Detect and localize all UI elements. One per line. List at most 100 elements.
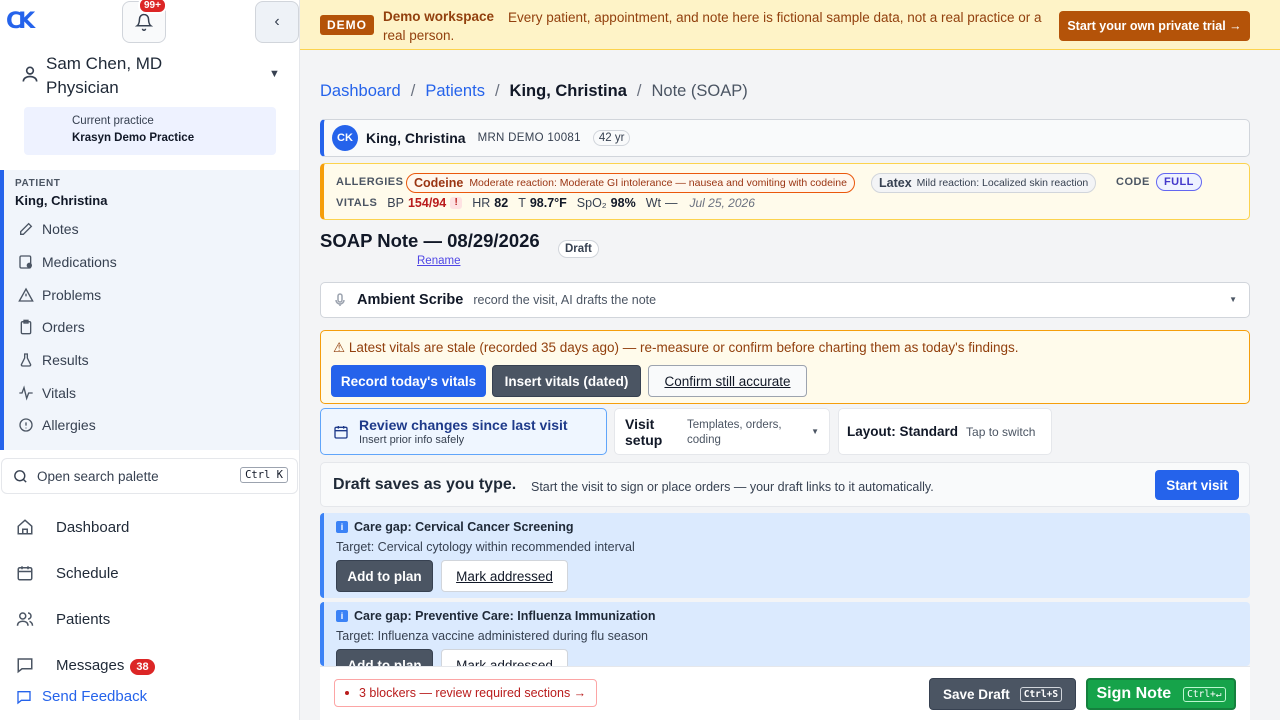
- stale-vitals-alert: ⚠ Latest vitals are stale (recorded 35 d…: [320, 330, 1250, 404]
- send-feedback-link[interactable]: Send Feedback: [16, 688, 147, 705]
- vitals-label: VITALS: [336, 197, 378, 209]
- banner-text: Every patient, appointment, and note her…: [383, 10, 1042, 43]
- patient-mrn: MRN DEMO 10081: [477, 132, 581, 144]
- breadcrumb-patients[interactable]: Patients: [425, 82, 485, 101]
- start-visit-button[interactable]: Start visit: [1155, 470, 1239, 500]
- warning-icon: [18, 287, 34, 302]
- add-to-plan-button[interactable]: Add to plan: [336, 649, 433, 666]
- breadcrumb-dashboard[interactable]: Dashboard: [320, 82, 401, 101]
- care-gap-card: i Care gap: Preventive Care: Influenza Im…: [320, 602, 1250, 666]
- feedback-icon: [17, 690, 31, 704]
- allergies-label: ALLERGIES: [336, 176, 404, 188]
- sidebar-item-allergies[interactable]: Allergies: [18, 414, 96, 436]
- user-menu[interactable]: Sam Chen, MD Physician ▼: [18, 50, 288, 100]
- note-footer: 3 blockers — review required sections → …: [320, 666, 1250, 720]
- info-icon: i: [336, 521, 348, 533]
- save-shortcut: Ctrl+S: [1019, 686, 1063, 702]
- avatar: CK: [332, 125, 358, 151]
- care-gap-target: Target: Cervical cytology within recomme…: [336, 540, 635, 554]
- patient-panel: PATIENT King, Christina Notes Medication…: [0, 170, 299, 450]
- record-vitals-button[interactable]: Record today's vitals: [331, 365, 486, 397]
- allergy-pill-codeine[interactable]: Codeine Moderate reaction: Moderate GI i…: [406, 173, 855, 193]
- start-trial-button[interactable]: Start your own private trial →: [1059, 11, 1250, 41]
- draft-banner-subtitle: Start the visit to sign or place orders …: [531, 480, 934, 494]
- chevron-down-icon: ▼: [811, 427, 819, 436]
- info-icon: i: [336, 610, 348, 622]
- save-draft-button[interactable]: Save Draft Ctrl+S: [929, 678, 1076, 710]
- review-changes-button[interactable]: Review changes since last visit Insert p…: [320, 408, 607, 455]
- bell-icon: [135, 13, 153, 31]
- caret-down-icon: ▼: [269, 68, 280, 80]
- add-to-plan-button[interactable]: Add to plan: [336, 560, 433, 592]
- breadcrumb-note: Note (SOAP): [651, 82, 748, 100]
- nav-schedule[interactable]: Schedule: [16, 560, 119, 586]
- blockers-button[interactable]: 3 blockers — review required sections →: [334, 679, 598, 707]
- user-name: Sam Chen, MD: [46, 54, 163, 73]
- care-gap-title: Care gap: Cervical Cancer Screening: [354, 520, 574, 534]
- search-palette-button[interactable]: Open search palette Ctrl K: [1, 458, 298, 494]
- vital-bp: 154/94: [407, 196, 447, 210]
- care-gap-card: i Care gap: Cervical Cancer Screening Tar…: [320, 513, 1250, 598]
- scribe-subtitle: record the visit, AI drafts the note: [473, 293, 657, 307]
- layout-subtitle: Tap to switch: [966, 424, 1036, 439]
- visit-setup-subtitle: Templates, orders, coding: [687, 419, 782, 446]
- sign-note-button[interactable]: Sign Note Ctrl+↵: [1086, 678, 1236, 710]
- patient-panel-label: PATIENT: [15, 178, 61, 189]
- users-icon: [16, 612, 34, 626]
- notification-badge: 99+: [138, 0, 167, 14]
- review-title: Review changes since last visit: [359, 417, 568, 433]
- nav-messages[interactable]: Messages 38: [16, 652, 155, 678]
- user-icon: [22, 66, 38, 82]
- draft-banner-title: Draft saves as you type.: [333, 476, 517, 493]
- calendar-icon: [17, 566, 33, 581]
- mark-addressed-button[interactable]: Mark addressed: [441, 649, 568, 666]
- vitals-date: Jul 25, 2026: [689, 196, 755, 210]
- allergy-pill-latex[interactable]: Latex Mild reaction: Localized skin reac…: [871, 173, 1097, 193]
- demo-banner: DEMO Demo workspace Every patient, appoi…: [300, 0, 1280, 50]
- search-palette-label: Open search palette: [37, 468, 159, 484]
- calendar-icon: [334, 426, 348, 439]
- app-logo[interactable]: CK: [6, 9, 35, 35]
- sidebar-item-orders[interactable]: Orders: [18, 316, 85, 338]
- nav-dashboard[interactable]: Dashboard: [16, 514, 129, 540]
- flask-icon: [20, 353, 32, 367]
- insert-vitals-button[interactable]: Insert vitals (dated): [492, 365, 641, 397]
- nav-patients[interactable]: Patients: [16, 606, 110, 632]
- sidebar-item-results[interactable]: Results: [18, 349, 89, 371]
- clipboard-icon: [20, 319, 32, 335]
- page-title: SOAP Note — 08/29/2026: [320, 230, 540, 251]
- messages-badge: 38: [130, 658, 155, 675]
- vital-weight: —: [664, 196, 678, 210]
- sidebar-item-problems[interactable]: Problems: [18, 284, 101, 306]
- demo-tag: DEMO: [320, 15, 374, 35]
- sidebar-item-notes[interactable]: Notes: [18, 218, 79, 240]
- sidebar-item-medications[interactable]: Medications: [18, 251, 117, 273]
- collapse-sidebar-button[interactable]: ‹: [255, 1, 299, 43]
- patient-header: CK King, Christina MRN DEMO 10081 42 yr: [320, 119, 1250, 157]
- stale-vitals-message: ⚠ Latest vitals are stale (recorded 35 d…: [333, 340, 1019, 355]
- code-status-badge: FULL: [1156, 173, 1202, 191]
- mark-addressed-button[interactable]: Mark addressed: [441, 560, 568, 592]
- pulse-icon: [19, 385, 33, 401]
- chevron-left-icon: ‹: [274, 13, 280, 30]
- sidebar-item-vitals[interactable]: Vitals: [18, 382, 76, 404]
- sign-shortcut: Ctrl+↵: [1183, 686, 1226, 702]
- confirm-vitals-button[interactable]: Confirm still accurate: [648, 365, 807, 397]
- ambient-scribe-panel[interactable]: Ambient Scribe record the visit, AI draf…: [320, 282, 1250, 318]
- rename-link[interactable]: Rename: [417, 255, 460, 267]
- vital-temp: 98.7°F: [529, 196, 567, 210]
- sidebar: CK 99+ ‹ Sam Chen, MD Physician ▼ Curren…: [0, 0, 300, 720]
- vital-hr: 82: [494, 196, 509, 210]
- breadcrumb-patient[interactable]: King, Christina: [510, 82, 627, 101]
- bp-warning-icon: !: [450, 197, 463, 209]
- home-icon: [17, 519, 33, 535]
- visit-setup-dropdown[interactable]: Visit setup Templates, orders, coding ▼: [614, 408, 830, 455]
- draft-saves-banner: Draft saves as you type. Start the visit…: [320, 462, 1250, 507]
- edit-icon: [20, 222, 33, 235]
- search-shortcut: Ctrl K: [240, 467, 288, 483]
- practice-label: Current practice: [72, 115, 154, 127]
- current-practice[interactable]: Current practice Krasyn Demo Practice: [24, 107, 276, 155]
- layout-toggle[interactable]: Layout: Standard Tap to switch: [838, 408, 1052, 455]
- care-gap-title: Care gap: Preventive Care: Influenza Imm…: [354, 609, 656, 623]
- patient-panel-name: King, Christina: [15, 193, 108, 208]
